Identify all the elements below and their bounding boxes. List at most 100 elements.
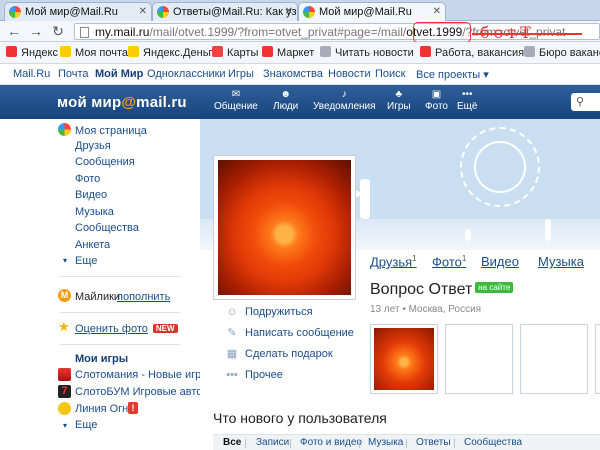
cactus-decoration	[545, 219, 551, 241]
bookmark-item[interactable]: Бюро вакансий	[524, 46, 600, 59]
mailiki-label: Майлики	[75, 291, 121, 303]
bell-icon: ♪	[341, 89, 347, 100]
site-header: мой мир@mail.ru ✉ Общение ☻ Люди ♪ Уведомле…	[0, 85, 600, 119]
money-icon	[128, 46, 139, 57]
my-games-title[interactable]: Мои игры	[75, 353, 128, 365]
top-up-link[interactable]: пополнить	[117, 291, 170, 303]
sidebar-link-communities[interactable]: Сообщества	[75, 222, 139, 234]
sidebar-link-messages[interactable]: Сообщения	[75, 156, 135, 168]
sun-decoration	[474, 141, 526, 193]
tab-friends[interactable]: Друзья1	[370, 254, 417, 269]
feed-tab-photo-video[interactable]: Фото и видео	[300, 437, 362, 448]
bookmark-item[interactable]: Карты	[212, 46, 258, 59]
fire-line-icon	[58, 402, 71, 415]
portal-link-current[interactable]: Мой Мир	[95, 68, 143, 80]
portal-link[interactable]: Поиск	[375, 68, 405, 80]
sidebar-link-friends[interactable]: Друзья	[75, 140, 111, 152]
sidebar-more-link[interactable]: Еще	[75, 255, 97, 267]
yandex-icon	[420, 46, 431, 57]
tab-video[interactable]: Видео	[481, 254, 519, 269]
sidebar-divider	[60, 312, 180, 313]
bookmark-item[interactable]: Яндекс.Деньги	[128, 46, 219, 59]
rate-photos-link[interactable]: Оценить фото NEW	[75, 323, 178, 335]
feed-tab-communities[interactable]: Сообщества	[464, 437, 522, 448]
other-actions-button[interactable]: ••• Прочее	[217, 367, 367, 388]
feed-tab-posts[interactable]: Записи	[256, 437, 289, 448]
slotomania-icon	[58, 368, 71, 381]
header-search-input[interactable]: ⚲	[571, 93, 600, 111]
map-pin-icon	[212, 46, 223, 57]
portal-link[interactable]: Одноклассники	[147, 68, 226, 80]
game-link[interactable]: Линия Огня	[75, 403, 134, 415]
sidebar-link-music[interactable]: Музыка	[75, 206, 114, 218]
add-friend-button[interactable]: ☺ Подружиться	[217, 304, 367, 325]
red-annotation-box	[413, 22, 471, 43]
browser-tab-1[interactable]: Мой мир@Mail.Ru ✕	[4, 2, 152, 21]
sidebar-link-my-page[interactable]: Моя страница	[75, 125, 147, 137]
game-link[interactable]: СлотоБУМ Игровые авто	[75, 386, 202, 398]
sidebar-link-photo[interactable]: Фото	[75, 173, 100, 185]
bookmark-item[interactable]: Работа, вакансия Р	[420, 46, 535, 59]
close-icon[interactable]: ✕	[433, 6, 441, 17]
portal-link[interactable]: Знакомства	[263, 68, 323, 80]
browser-tab-2[interactable]: Ответы@Mail.Ru: Как узна ✕	[152, 2, 298, 21]
yandex-icon	[6, 46, 17, 57]
feed-tab-music[interactable]: Музыка	[368, 437, 403, 448]
feed-tab-answers[interactable]: Ответы	[416, 437, 451, 448]
portal-link[interactable]: Игры	[228, 68, 254, 80]
header-nav-chat[interactable]: ✉ Общение	[214, 89, 258, 112]
mailiki-coin-icon: M	[58, 289, 71, 302]
sidebar-link-profile[interactable]: Анкета	[75, 239, 110, 251]
header-nav-photo[interactable]: ▣ Фото	[425, 89, 448, 112]
browser-tab-3-active[interactable]: Мой мир@Mail.Ru ✕	[298, 2, 446, 22]
close-icon[interactable]: ✕	[139, 6, 147, 17]
page-icon	[524, 46, 535, 57]
page-icon	[80, 27, 89, 38]
header-nav-more[interactable]: ••• Ещё	[457, 89, 477, 112]
sidebar-divider	[60, 276, 180, 277]
photo-thumbnail[interactable]	[370, 324, 438, 394]
forward-arrow-icon[interactable]: →	[28, 23, 44, 39]
sidebar-link-video[interactable]: Видео	[75, 189, 107, 201]
page-icon	[320, 46, 331, 57]
bookmark-item[interactable]: Читать новости	[320, 46, 414, 59]
bookmarks-bar: Яндекс Моя почта Яндекс.Деньги Карты Мар…	[0, 42, 600, 64]
header-nav-people[interactable]: ☻ Люди	[273, 89, 298, 112]
portal-link-all-projects[interactable]: Все проекты ▾	[416, 68, 489, 81]
header-nav-notifications[interactable]: ♪ Уведомления	[313, 89, 376, 112]
tab-divider	[290, 439, 291, 448]
chat-icon: ✉	[231, 89, 241, 100]
avatar-flower-image	[218, 160, 351, 295]
portal-link[interactable]: Почта	[58, 68, 89, 80]
portal-link[interactable]: Mail.Ru	[13, 68, 50, 80]
bookmark-item[interactable]: Яндекс	[6, 46, 58, 59]
portal-nav: Mail.Ru Почта Мой Мир Одноклассники Игры…	[0, 64, 600, 85]
site-logo[interactable]: мой мир@mail.ru	[57, 94, 187, 111]
tab-divider	[406, 439, 407, 448]
avatar[interactable]	[213, 155, 356, 300]
header-nav-games[interactable]: ♣ Игры	[387, 89, 411, 112]
back-arrow-icon[interactable]: ←	[6, 23, 22, 39]
online-status-badge: на сайте	[475, 282, 514, 293]
games-more-link[interactable]: Еще	[75, 419, 97, 431]
close-icon[interactable]: ✕	[285, 6, 293, 17]
feed-tab-all[interactable]: Все	[223, 437, 241, 448]
portal-link[interactable]: Новости	[328, 68, 371, 80]
search-icon: ⚲	[576, 96, 585, 108]
left-sidebar: Моя страница Друзья Сообщения Фото Видео…	[0, 119, 202, 450]
write-message-button[interactable]: ✎ Написать сообщение	[217, 325, 367, 346]
url-path: /mail/otvet.1999/?from=otvet_privat#page…	[149, 25, 407, 39]
game-link[interactable]: Слотомания - Новые игр	[75, 369, 201, 381]
tab-divider	[245, 439, 246, 448]
reload-icon[interactable]: ↻	[50, 23, 66, 39]
cactus-decoration	[465, 229, 471, 241]
tab-music[interactable]: Музыка	[538, 254, 584, 269]
more-icon: •••	[461, 89, 473, 100]
sidebar-divider	[60, 344, 180, 345]
send-gift-button[interactable]: ▦ Сделать подарок	[217, 346, 367, 367]
bookmark-item[interactable]: Маркет	[262, 46, 314, 59]
chevron-down-icon: ▾	[63, 256, 68, 265]
bookmark-item[interactable]: Моя почта	[60, 46, 128, 59]
tab-title: Ответы@Mail.Ru: Как узна	[173, 6, 298, 18]
tab-photo[interactable]: Фото1	[432, 254, 466, 269]
